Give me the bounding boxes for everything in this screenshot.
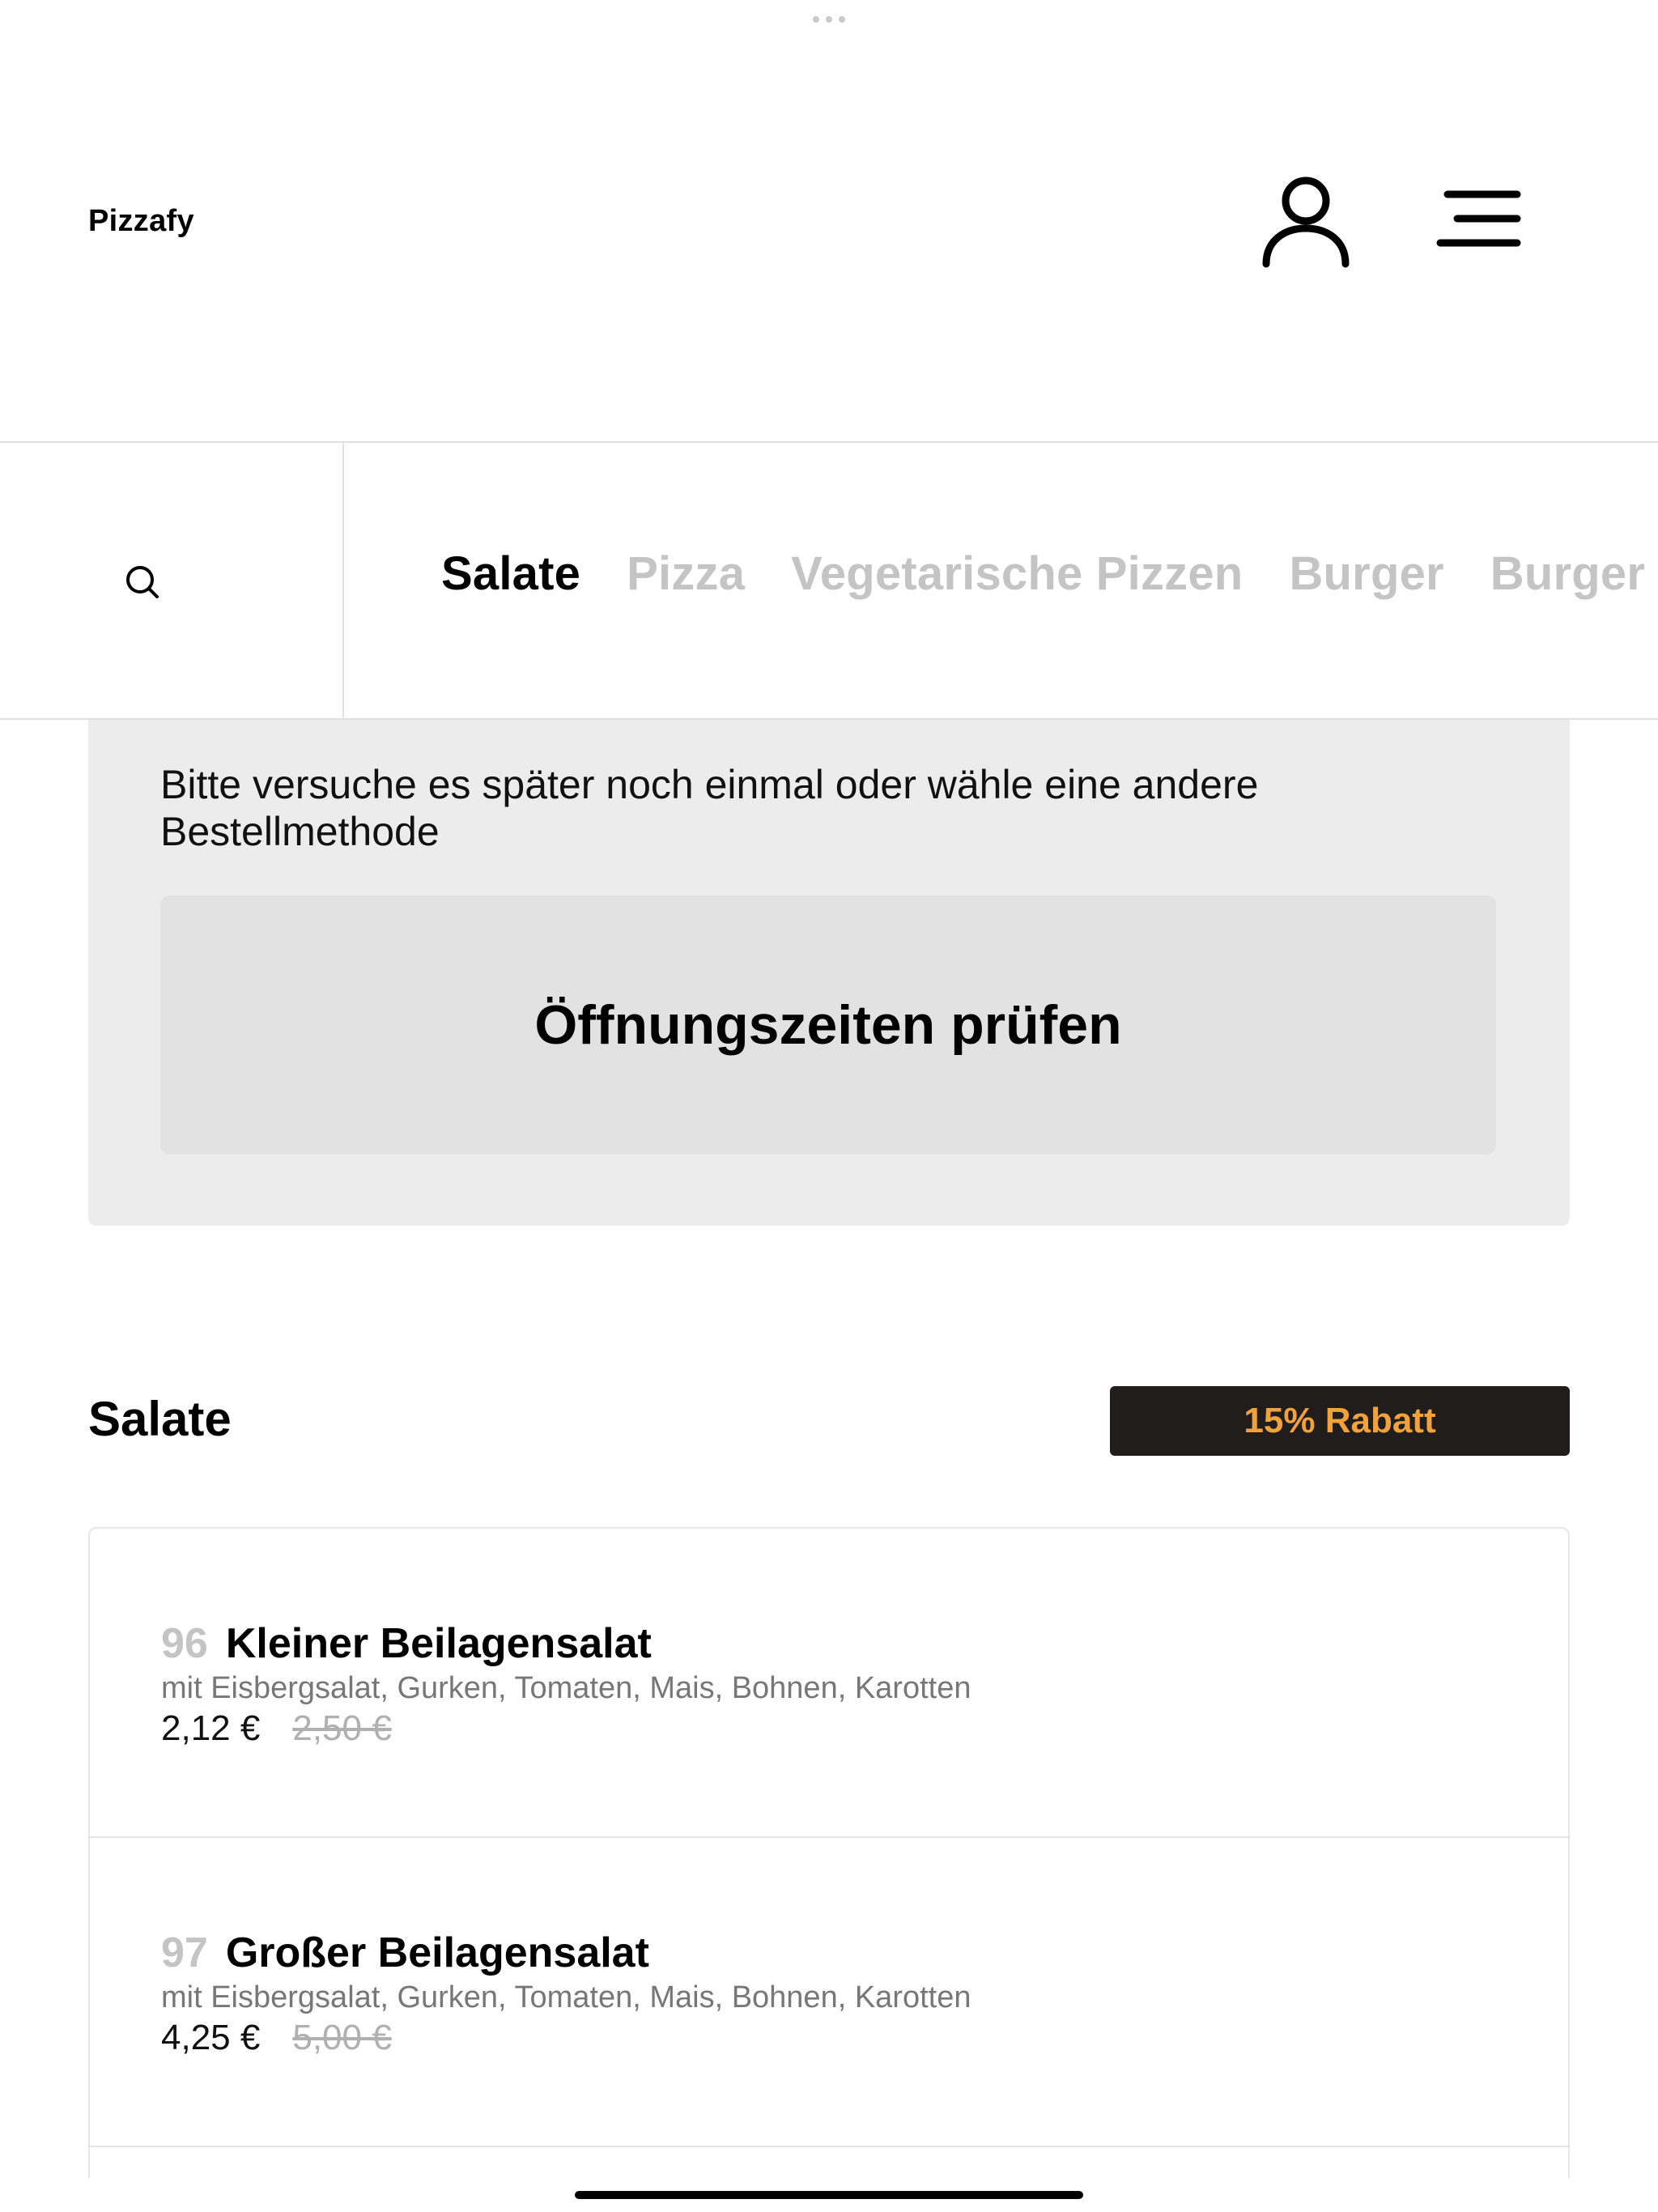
product-number: 97 [161,1929,208,1976]
page: Pizzafy Salate Pizza Vegetarische Pizzen… [0,0,1658,2212]
product-description: mit Eisbergsalat, Gurken, Tomaten, Mais,… [161,1671,971,1705]
product-name: Kleiner Beilagensalat [225,1620,652,1667]
product-price-row: 4,25 € 5,00 € [161,2018,392,2058]
tab-pizza[interactable]: Pizza [627,547,745,601]
home-indicator[interactable] [575,2191,1083,2199]
product-description: mit Eisbergsalat, Gurken, Tomaten, Mais,… [161,1980,971,2014]
check-opening-hours-button[interactable]: Öffnungszeiten prüfen [160,895,1496,1155]
tab-vegetarische-pizzen[interactable]: Vegetarische Pizzen [791,547,1243,601]
product-price-row: 2,12 € 2,50 € [161,1708,392,1749]
closed-notice-card: Bitte versuche es später noch einmal ode… [88,672,1570,1226]
product-price: 2,12 € [161,1708,261,1748]
product-number: 96 [161,1620,208,1667]
tab-burger[interactable]: Burger [1289,547,1443,601]
discount-badge: 15% Rabatt [1110,1386,1570,1456]
category-nav: Salate Pizza Vegetarische Pizzen Burger … [0,441,1658,720]
header: Pizzafy [0,0,1658,441]
product-name: Großer Beilagensalat [225,1929,649,1976]
tab-burger-menu[interactable]: Burger Menü [1490,547,1658,601]
notice-message: Bitte versuche es später noch einmal ode… [160,762,1259,854]
multitasking-handle[interactable] [813,16,845,23]
product-item[interactable]: 96 Kleiner Beilagensalat mit Eisbergsala… [90,1529,1568,1838]
menu-icon[interactable] [1436,188,1522,249]
user-icon[interactable] [1260,172,1352,269]
product-old-price: 2,50 € [292,1708,392,1748]
product-price: 4,25 € [161,2018,261,2057]
product-item[interactable]: 97 Großer Beilagensalat mit Eisbergsalat… [90,1838,1568,2147]
brand-logo[interactable]: Pizzafy [88,204,194,239]
search-icon [126,566,159,598]
search-button[interactable] [0,443,344,718]
section-title: Salate [88,1392,232,1446]
product-old-price: 5,00 € [292,2018,392,2057]
tab-salate[interactable]: Salate [441,547,580,601]
category-tabs: Salate Pizza Vegetarische Pizzen Burger … [441,547,1658,601]
product-list: 96 Kleiner Beilagensalat mit Eisbergsala… [88,1527,1570,2212]
